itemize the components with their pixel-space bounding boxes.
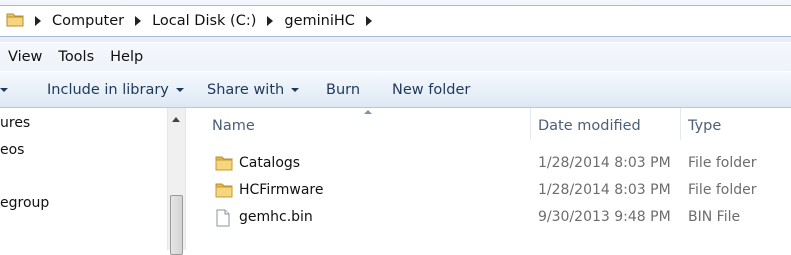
menu-view[interactable]: View bbox=[0, 49, 50, 65]
breadcrumb-computer[interactable]: Computer bbox=[52, 13, 124, 29]
column-header-type[interactable]: Type bbox=[688, 108, 721, 144]
scroll-thumb[interactable] bbox=[170, 195, 183, 255]
organize-dropdown[interactable] bbox=[0, 87, 8, 92]
breadcrumb-local-disk[interactable]: Local Disk (C:) bbox=[152, 13, 256, 29]
file-name: Catalogs bbox=[239, 155, 301, 171]
column-header-name[interactable]: Name bbox=[212, 108, 255, 144]
new-folder-button[interactable]: New folder bbox=[392, 82, 470, 98]
navigation-pane: ures eos egroup bbox=[0, 108, 186, 250]
file-icon bbox=[215, 209, 231, 231]
file-row[interactable]: HCFirmware 1/28/2014 8:03 PM File folder bbox=[186, 177, 791, 204]
file-name: HCFirmware bbox=[239, 182, 324, 198]
breadcrumb-arrow-icon[interactable] bbox=[365, 16, 372, 26]
column-divider[interactable] bbox=[680, 108, 681, 140]
folder-icon bbox=[215, 182, 233, 202]
menu-bar: View Tools Help bbox=[0, 43, 791, 71]
burn-button[interactable]: Burn bbox=[326, 82, 360, 98]
address-bar-area: Computer Local Disk (C:) geminiHC bbox=[0, 0, 791, 42]
nav-item-pictures[interactable]: ures bbox=[0, 115, 30, 131]
nav-item-homegroup[interactable]: egroup bbox=[0, 195, 49, 211]
breadcrumb-arrow-icon[interactable] bbox=[267, 16, 274, 26]
file-date: 1/28/2014 8:03 PM bbox=[538, 155, 671, 171]
share-with-label: Share with bbox=[207, 81, 285, 98]
column-divider[interactable] bbox=[530, 108, 531, 140]
chevron-down-icon bbox=[291, 87, 300, 92]
file-list: Name Date modified Type Catalogs 1/28/20… bbox=[186, 108, 791, 250]
command-bar: Include in library Share with Burn New f… bbox=[0, 71, 791, 108]
folder-icon bbox=[215, 155, 233, 175]
column-header-date-modified[interactable]: Date modified bbox=[538, 108, 641, 144]
file-row[interactable]: gemhc.bin 9/30/2013 9:48 PM BIN File bbox=[186, 204, 791, 231]
breadcrumb-arrow-icon[interactable] bbox=[135, 16, 142, 26]
breadcrumb-arrow-icon[interactable] bbox=[35, 16, 41, 26]
folder-icon bbox=[6, 11, 24, 31]
sort-ascending-icon bbox=[364, 110, 372, 114]
nav-scrollbar[interactable] bbox=[167, 108, 185, 255]
include-in-library-label: Include in library bbox=[47, 81, 169, 98]
file-date: 1/28/2014 8:03 PM bbox=[538, 182, 671, 198]
scroll-up-icon[interactable] bbox=[172, 117, 180, 122]
file-row[interactable]: Catalogs 1/28/2014 8:03 PM File folder bbox=[186, 150, 791, 177]
nav-item-videos[interactable]: eos bbox=[0, 142, 24, 158]
share-with-button[interactable]: Share with bbox=[207, 81, 300, 98]
menu-help[interactable]: Help bbox=[102, 49, 151, 65]
chevron-down-icon bbox=[0, 87, 8, 92]
address-bar[interactable]: Computer Local Disk (C:) geminiHC bbox=[0, 5, 791, 37]
breadcrumb-geminihc[interactable]: geminiHC bbox=[284, 13, 355, 29]
file-type: BIN File bbox=[688, 209, 741, 225]
file-type: File folder bbox=[688, 182, 757, 198]
include-in-library-button[interactable]: Include in library bbox=[47, 82, 184, 98]
menu-tools[interactable]: Tools bbox=[50, 49, 102, 65]
file-type: File folder bbox=[688, 155, 757, 171]
chevron-down-icon bbox=[175, 87, 184, 92]
file-date: 9/30/2013 9:48 PM bbox=[538, 209, 671, 225]
file-name: gemhc.bin bbox=[239, 209, 313, 225]
